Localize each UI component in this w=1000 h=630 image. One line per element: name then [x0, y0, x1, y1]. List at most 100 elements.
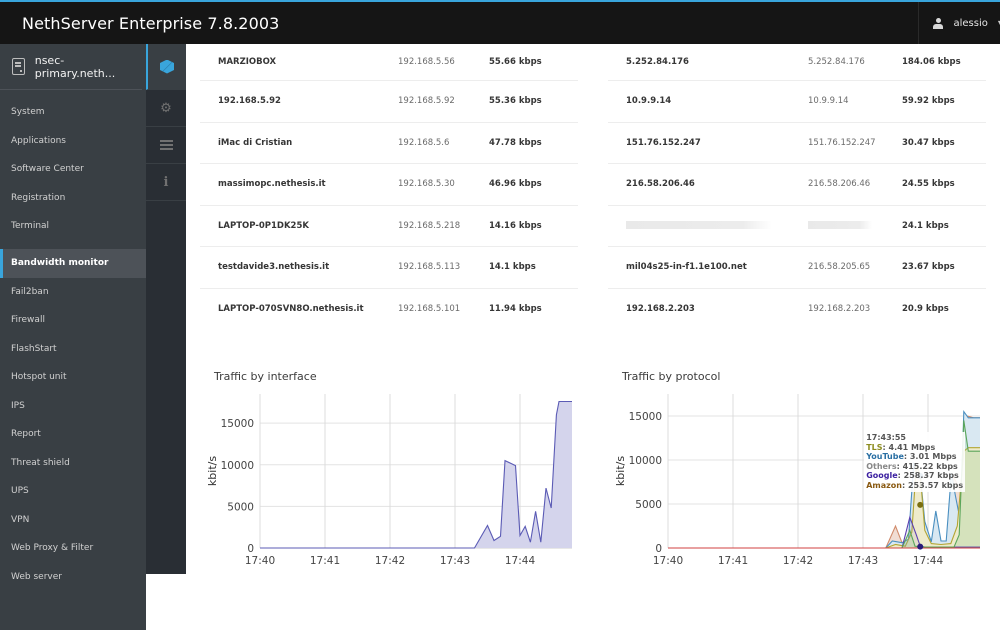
logs-tab[interactable]	[146, 127, 186, 164]
sidebar-item-label: Firewall	[11, 315, 45, 326]
applications-tab[interactable]	[146, 44, 186, 90]
sidebar-item-web-server[interactable]: Web server	[0, 563, 146, 592]
x-tick-label: 17:40	[245, 555, 275, 567]
sidebar-item-registration[interactable]: Registration	[0, 184, 146, 213]
cell-ip: 192.168.5.113	[398, 262, 461, 273]
sidebar-item-label: FlashStart	[11, 343, 57, 354]
sidebar-item-fail2ban[interactable]: Fail2ban	[0, 278, 146, 307]
cell-name: 5.252.84.176	[626, 57, 689, 67]
table-row: LAPTOP-070SVN8O.nethesis.it 192.168.5.101…	[200, 289, 578, 331]
cell-name: LAPTOP-0P1DK25K	[218, 220, 309, 231]
sidebar-item-software-center[interactable]: Software Center	[0, 155, 146, 184]
traffic-by-protocol-plot[interactable]: 0 5000 10000 15000 17:40 17:41 17:42 17:43 17:44…	[608, 388, 988, 598]
sidebar-item-label: Web Proxy & Filter	[11, 543, 94, 554]
tooltip-entry: TLS: 4.41 Mbps	[866, 443, 963, 453]
table-row: MARZIOBOX 192.168.5.56 55.66 kbps	[200, 44, 578, 81]
sidebar-item-terminal[interactable]: Terminal	[0, 212, 146, 241]
sidebar-item-flashstart[interactable]: FlashStart	[0, 335, 146, 364]
tooltip-entry: YouTube: 3.01 Mbps	[866, 452, 963, 462]
traffic-by-interface-plot[interactable]: 0 5000 10000 15000 17:40 17:41 17:42 17:43 17:44…	[200, 388, 580, 598]
sidebar-nav: System Applications Software Center Registr…	[0, 90, 146, 591]
cube-icon	[160, 59, 174, 74]
sidebar-item-label: Hotspot unit	[11, 372, 67, 383]
user-icon	[933, 17, 944, 29]
cell-ip: 192.168.5.6	[398, 137, 450, 148]
cell-rate: 59.92 kbps	[902, 96, 955, 107]
tooltip-value: 4.41 Mbps	[888, 442, 936, 452]
sidebar-item-report[interactable]: Report	[0, 420, 146, 449]
table-row: 151.76.152.247 151.76.152.247 30.47 kbps	[608, 123, 986, 164]
about-tab[interactable]: i	[146, 164, 186, 201]
remote-hosts-table: 5.252.84.176 5.252.84.176 184.06 kbps 10.9.…	[608, 44, 986, 330]
table-row: 192.168.5.92 192.168.5.92 55.36 kbps	[200, 81, 578, 123]
table-row: 216.58.206.46 216.58.206.46 24.55 kbps	[608, 164, 986, 206]
sidebar-item-vpn[interactable]: VPN	[0, 506, 146, 535]
sidebar-item-label: Software Center	[11, 164, 84, 175]
sidebar-item-ups[interactable]: UPS	[0, 477, 146, 506]
secondary-icon-bar: ⚙ i	[146, 44, 186, 574]
table-row: iMac di Cristian 192.168.5.6 47.78 kbps	[200, 123, 578, 164]
tooltip-entry: Google: 258.37 kbps	[866, 471, 963, 481]
server-icon	[12, 58, 25, 75]
cell-name: testdavide3.nethesis.it	[218, 262, 330, 273]
user-menu[interactable]: alessio ▼	[918, 2, 1000, 44]
y-tick-label: 15000	[629, 411, 662, 423]
sidebar-item-ips[interactable]: IPS	[0, 392, 146, 421]
cell-ip: 192.168.5.30	[398, 179, 455, 190]
tooltip-time: 17:43:55	[866, 433, 906, 442]
chart-title: Traffic by protocol	[622, 370, 721, 383]
sidebar-item-hotspot-unit[interactable]: Hotspot unit	[0, 363, 146, 392]
chart-title: Traffic by interface	[214, 370, 317, 383]
y-axis-label: kbit/s	[206, 456, 219, 486]
x-tick-label: 17:42	[375, 555, 405, 567]
table-row: 24.1 kbps	[608, 206, 986, 247]
x-tick-label: 17:44	[505, 555, 536, 567]
table-row: 10.9.9.14 10.9.9.14 59.92 kbps	[608, 81, 986, 123]
x-tick-label: 17:43	[440, 555, 470, 567]
tooltip-entry: Amazon: 253.57 kbps	[866, 481, 963, 491]
y-tick-label: 0	[655, 543, 662, 555]
top-navbar: NethServer Enterprise 7.8.2003 alessio ▼	[0, 0, 1000, 44]
cell-ip: 216.58.205.65	[808, 262, 871, 273]
cell-rate: 47.78 kbps	[489, 137, 542, 148]
tooltip-label: Others	[866, 461, 897, 471]
cell-name: mil04s25-in-f1.1e100.net	[626, 262, 747, 273]
y-tick-label: 10000	[629, 455, 662, 467]
cell-rate: 24.1 kbps	[902, 220, 949, 231]
y-tick-label: 5000	[635, 499, 662, 511]
cell-ip: 192.168.2.203	[808, 304, 871, 315]
cell-rate: 20.9 kbps	[902, 304, 949, 315]
sidebar: nsec-primary.neth... System Applications S…	[0, 44, 146, 630]
table-row: testdavide3.nethesis.it 192.168.5.113 14.1…	[200, 247, 578, 289]
x-tick-label: 17:43	[848, 555, 878, 567]
app-title[interactable]: NethServer Enterprise 7.8.2003	[22, 14, 279, 33]
sidebar-item-web-proxy-filter[interactable]: Web Proxy & Filter	[0, 534, 146, 563]
sidebar-item-firewall[interactable]: Firewall	[0, 306, 146, 335]
cell-name: 10.9.9.14	[626, 96, 672, 107]
tooltip-label: Amazon	[866, 480, 902, 490]
cell-rate: 23.67 kbps	[902, 262, 955, 273]
cell-rate: 14.16 kbps	[489, 220, 542, 231]
cell-rate: 55.36 kbps	[489, 96, 542, 107]
sidebar-item-bandwidth-monitor[interactable]: Bandwidth monitor	[0, 248, 146, 278]
cell-ip: 5.252.84.176	[808, 57, 865, 67]
sidebar-item-label: IPS	[11, 400, 25, 411]
y-tick-label: 15000	[221, 418, 254, 430]
cell-ip: 151.76.152.247	[808, 137, 876, 148]
x-tick-label: 17:41	[310, 555, 340, 567]
tooltip-label: YouTube	[866, 452, 904, 462]
host-selector[interactable]: nsec-primary.neth...	[0, 44, 142, 90]
tooltip-value: 258.37 kbps	[903, 471, 959, 481]
x-tick-label: 17:44	[913, 555, 944, 567]
y-tick-label: 5000	[227, 501, 254, 513]
table-row: massimopc.nethesis.it 192.168.5.30 46.96 k…	[200, 164, 578, 206]
sidebar-item-system[interactable]: System	[0, 98, 146, 127]
host-name: nsec-primary.neth...	[34, 53, 116, 80]
list-icon	[159, 140, 173, 150]
sidebar-item-threat-shield[interactable]: Threat shield	[0, 449, 146, 478]
settings-tab[interactable]: ⚙	[146, 90, 186, 127]
redacted-text	[626, 221, 772, 230]
sidebar-item-applications[interactable]: Applications	[0, 127, 146, 156]
redacted-text	[808, 221, 872, 230]
cell-name: 192.168.2.203	[626, 304, 695, 315]
